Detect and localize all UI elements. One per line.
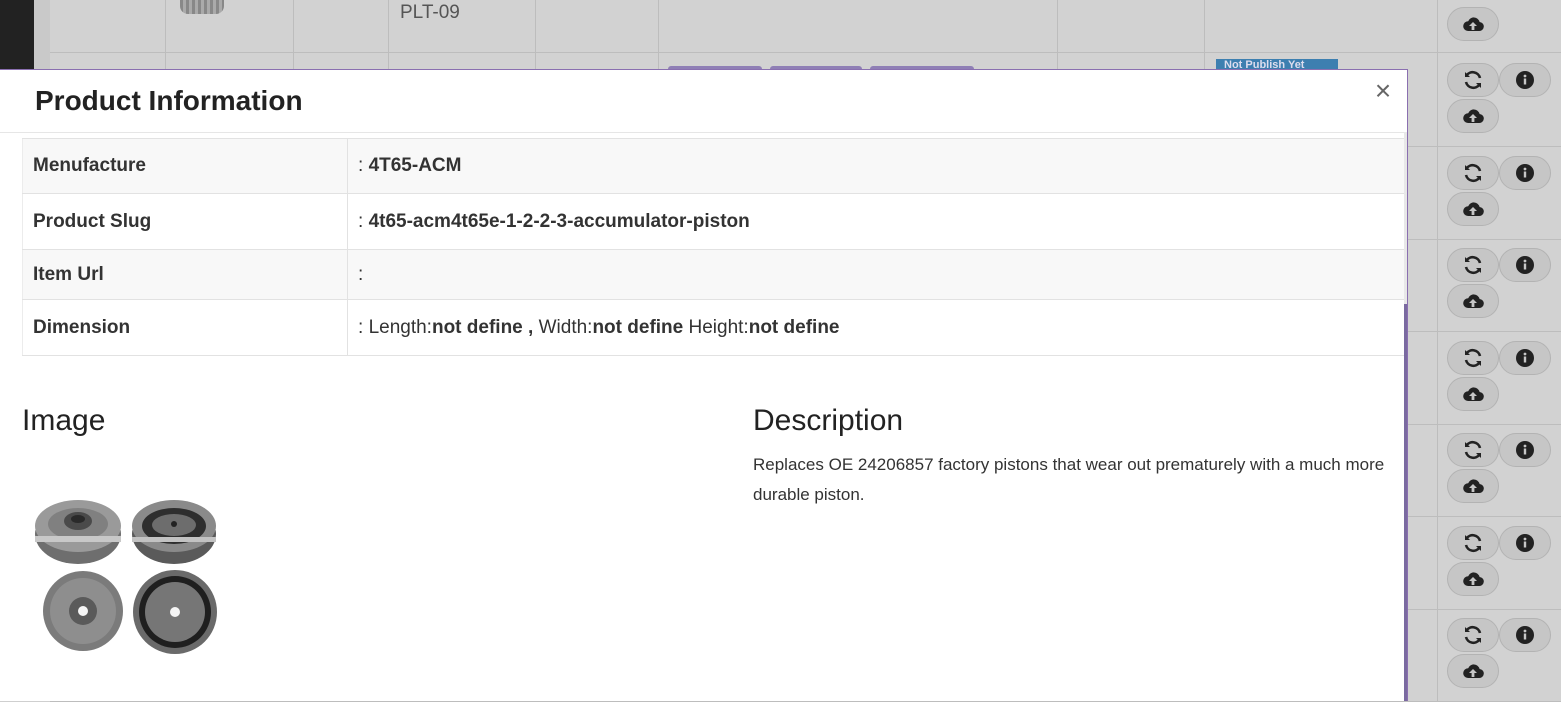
info-button[interactable] xyxy=(1499,618,1551,652)
refresh-icon xyxy=(1462,533,1484,553)
refresh-icon xyxy=(1462,255,1484,275)
info-button[interactable] xyxy=(1499,63,1551,97)
row-prefix: : xyxy=(358,263,364,285)
modal-scrollbar[interactable] xyxy=(1404,132,1407,701)
refresh-icon xyxy=(1462,163,1484,183)
refresh-button[interactable] xyxy=(1447,433,1499,467)
upload-button[interactable] xyxy=(1447,99,1499,133)
dimension-value: : Length:not define , Width:not define H… xyxy=(347,299,1404,356)
table-row: Dimension : Length:not define , Width:no… xyxy=(22,299,1404,356)
row-prefix: : xyxy=(358,210,369,232)
refresh-button[interactable] xyxy=(1447,248,1499,282)
upload-button[interactable] xyxy=(1447,284,1499,318)
description-heading: Description xyxy=(753,404,904,437)
row-prefix: : xyxy=(358,155,369,176)
height-label: Height: xyxy=(683,316,749,338)
height-value: not define xyxy=(748,316,840,338)
refresh-icon xyxy=(1462,625,1484,645)
refresh-button[interactable] xyxy=(1447,526,1499,560)
row-value: : 4T65-ACM xyxy=(347,138,1404,194)
upload-button[interactable] xyxy=(1447,469,1499,503)
cloud-upload-icon xyxy=(1462,200,1484,218)
image-heading: Image xyxy=(22,404,106,437)
info-button[interactable] xyxy=(1499,156,1551,190)
modal-header: Product Information × xyxy=(0,70,1407,133)
cloud-upload-icon xyxy=(1462,292,1484,310)
cloud-upload-icon xyxy=(1462,477,1484,495)
table-row xyxy=(50,0,1561,53)
info-icon xyxy=(1515,70,1535,90)
info-button[interactable] xyxy=(1499,341,1551,375)
row-label: Dimension xyxy=(22,299,348,356)
length-value: not define xyxy=(431,316,523,338)
cloud-upload-icon xyxy=(1462,15,1484,33)
info-button[interactable] xyxy=(1499,248,1551,282)
product-slug-value: 4t65-acm4t65e-1-2-2-3-accumulator-piston xyxy=(368,210,750,232)
upload-button[interactable] xyxy=(1447,192,1499,226)
info-icon xyxy=(1515,255,1535,275)
refresh-icon xyxy=(1462,348,1484,368)
product-sku: PLT-09 xyxy=(400,2,460,23)
row-value: : xyxy=(347,249,1404,300)
product-info-table: Menufacture : 4T65-ACM Product Slug : 4t… xyxy=(22,138,1404,356)
upload-button[interactable] xyxy=(1447,7,1499,41)
info-icon xyxy=(1515,625,1535,645)
row-label: Item Url xyxy=(22,249,348,300)
info-icon xyxy=(1515,348,1535,368)
upload-button[interactable] xyxy=(1447,377,1499,411)
length-label: Length: xyxy=(368,316,432,338)
info-button[interactable] xyxy=(1499,526,1551,560)
info-icon xyxy=(1515,440,1535,460)
refresh-icon xyxy=(1462,440,1484,460)
upload-button[interactable] xyxy=(1447,654,1499,688)
row-label: Product Slug xyxy=(22,193,348,250)
table-row: Product Slug : 4t65-acm4t65e-1-2-2-3-acc… xyxy=(22,193,1404,250)
refresh-button[interactable] xyxy=(1447,618,1499,652)
refresh-icon xyxy=(1462,70,1484,90)
cloud-upload-icon xyxy=(1462,385,1484,403)
description-text: Replaces OE 24206857 factory pistons tha… xyxy=(753,455,1385,504)
refresh-button[interactable] xyxy=(1447,63,1499,97)
row-label: Menufacture xyxy=(22,138,348,194)
info-icon xyxy=(1515,533,1535,553)
product-thumbnail xyxy=(180,0,224,14)
width-value: not define xyxy=(592,316,684,338)
modal-title: Product Information xyxy=(35,85,303,116)
cloud-upload-icon xyxy=(1462,662,1484,680)
product-information-modal: Product Information × Menufacture : 4T65… xyxy=(0,69,1408,701)
refresh-button[interactable] xyxy=(1447,341,1499,375)
close-button[interactable]: × xyxy=(1370,76,1396,106)
dimension-separator: , xyxy=(522,316,539,338)
table-row: Item Url : xyxy=(22,249,1404,300)
info-button[interactable] xyxy=(1499,433,1551,467)
width-label: Width: xyxy=(538,316,593,338)
manufacture-value: 4T65-ACM xyxy=(368,155,462,176)
row-prefix: : xyxy=(358,316,369,338)
refresh-button[interactable] xyxy=(1447,156,1499,190)
row-value: : 4t65-acm4t65e-1-2-2-3-accumulator-pist… xyxy=(347,193,1404,250)
table-row: Menufacture : 4T65-ACM xyxy=(22,138,1404,194)
cloud-upload-icon xyxy=(1462,570,1484,588)
info-icon xyxy=(1515,163,1535,183)
upload-button[interactable] xyxy=(1447,562,1499,596)
scrollbar-thumb[interactable] xyxy=(1404,304,1407,701)
cloud-upload-icon xyxy=(1462,107,1484,125)
